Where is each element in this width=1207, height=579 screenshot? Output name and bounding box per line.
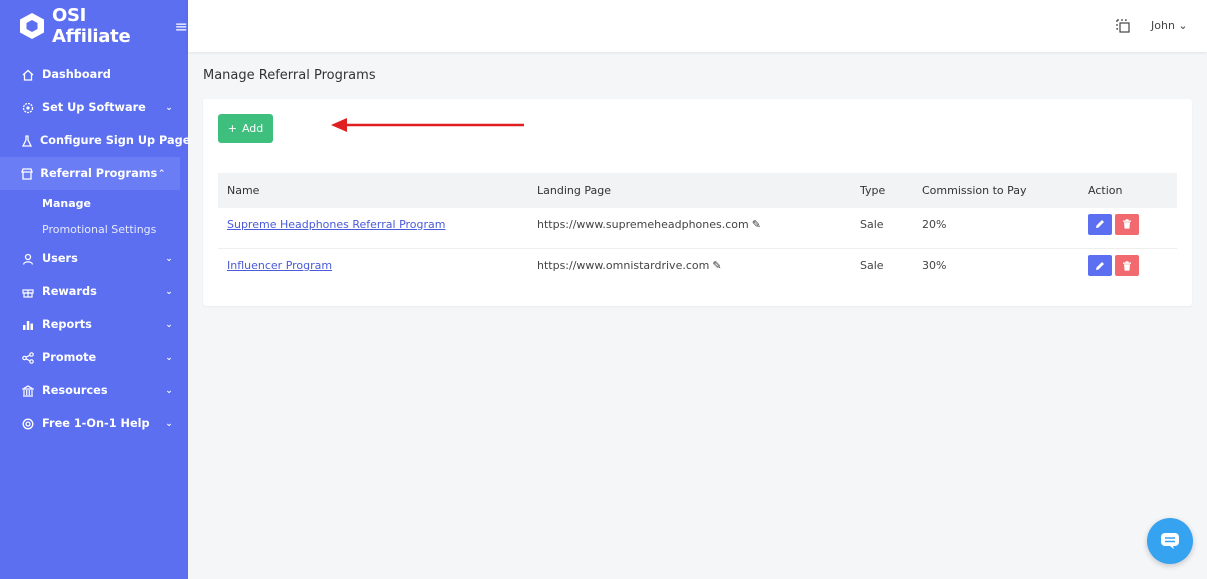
store-icon — [21, 167, 34, 181]
delete-button[interactable] — [1115, 213, 1139, 235]
gift-icon — [21, 285, 35, 299]
table-row: Influencer Program https://www.omnistard… — [218, 249, 1177, 290]
delete-button[interactable] — [1115, 255, 1139, 276]
programs-card: + Add Name Landing Page Type Commission … — [203, 99, 1192, 306]
sidebar: OSI Affiliate ≡ Dashboard Set Up Softwar… — [0, 0, 191, 579]
annotation-arrow — [331, 118, 524, 132]
chat-icon — [1161, 533, 1179, 549]
chevron-down-icon: ⌄ — [165, 286, 173, 297]
program-type: Sale — [860, 217, 884, 231]
sidebar-item-rewards[interactable]: Rewards ⌄ — [0, 275, 188, 308]
trash-icon — [1123, 219, 1131, 229]
program-name-link[interactable]: Supreme Headphones Referral Program — [227, 218, 446, 231]
sidebar-item-label: Promote — [42, 351, 97, 364]
flask-icon — [21, 134, 33, 148]
pencil-icon — [1096, 220, 1104, 228]
add-button[interactable]: + Add — [218, 114, 273, 143]
sidebar-item-dashboard[interactable]: Dashboard — [0, 58, 188, 91]
hexagon-logo-icon — [18, 12, 46, 40]
copy-icon[interactable] — [1115, 18, 1131, 34]
column-header-landing-page: Landing Page — [537, 184, 611, 197]
trash-icon — [1123, 260, 1131, 271]
programs-table: Name Landing Page Type Commission to Pay… — [218, 173, 1177, 290]
column-header-type: Type — [860, 184, 886, 197]
sidebar-item-label: Rewards — [42, 285, 97, 298]
sidebar-item-reports[interactable]: Reports ⌄ — [0, 308, 188, 341]
add-button-label: Add — [241, 122, 264, 135]
landing-page-url: https://www.supremeheadphones.com — [537, 217, 749, 231]
program-name-link[interactable]: Influencer Program — [227, 259, 332, 272]
sidebar-item-free-1-on-1-help[interactable]: Free 1-On-1 Help ⌄ — [0, 407, 188, 440]
chevron-down-icon: ⌄ — [165, 319, 173, 330]
column-header-name: Name — [227, 184, 260, 197]
sidebar-item-label: Free 1-On-1 Help — [42, 417, 150, 430]
sidebar-subitem-manage[interactable]: Manage — [0, 190, 188, 216]
sidebar-item-label: Users — [42, 252, 78, 265]
chevron-down-icon: ⌄ — [165, 385, 173, 396]
sidebar-item-configure-sign-up-page[interactable]: Configure Sign Up Page — [0, 124, 191, 157]
edit-button[interactable] — [1088, 255, 1112, 276]
user-menu[interactable]: John ⌄ — [1151, 19, 1188, 32]
sidebar-item-label: Dashboard — [42, 68, 111, 81]
menu-toggle-icon[interactable]: ≡ — [175, 17, 188, 36]
sidebar-nav: Dashboard Set Up Software ⌄ Configure Si… — [0, 58, 191, 440]
lifebuoy-icon — [21, 417, 35, 431]
sidebar-item-resources[interactable]: Resources ⌄ — [0, 374, 188, 407]
program-type: Sale — [860, 259, 884, 272]
sidebar-item-label: Reports — [42, 318, 92, 331]
edit-button[interactable] — [1088, 213, 1112, 235]
sidebar-item-set-up-software[interactable]: Set Up Software ⌄ — [0, 91, 188, 124]
sidebar-item-label: Set Up Software — [42, 101, 146, 114]
commission-value: 20% — [922, 217, 947, 231]
sidebar-item-users[interactable]: Users ⌄ — [0, 242, 188, 275]
brand-name: OSI Affiliate — [52, 5, 131, 47]
chevron-down-icon: ⌄ — [165, 352, 173, 363]
chevron-down-icon: ⌄ — [165, 102, 173, 113]
table-row: Supreme Headphones Referral Program http… — [218, 208, 1177, 249]
plus-icon: + — [227, 122, 237, 135]
table-header: Name Landing Page Type Commission to Pay… — [218, 173, 1177, 208]
bar-chart-icon — [21, 318, 35, 332]
column-header-commission: Commission to Pay — [922, 184, 1027, 197]
home-icon — [21, 68, 35, 82]
sidebar-item-label: Referral Programs — [40, 167, 158, 180]
sidebar-item-label: Resources — [42, 384, 108, 397]
chevron-up-icon: ⌃ — [157, 168, 166, 179]
brand: OSI Affiliate ≡ — [0, 0, 188, 52]
bank-icon — [21, 384, 35, 398]
pencil-icon[interactable]: ✎ — [752, 218, 761, 231]
sidebar-item-promote[interactable]: Promote ⌄ — [0, 341, 188, 374]
commission-value: 30% — [922, 259, 947, 272]
pencil-icon — [1096, 261, 1104, 270]
chat-widget-button[interactable] — [1147, 518, 1193, 564]
sidebar-item-label: Configure Sign Up Page — [40, 134, 191, 147]
landing-page-url: https://www.omnistardrive.com — [537, 259, 710, 272]
chevron-down-icon: ⌄ — [165, 418, 173, 429]
column-header-action: Action — [1088, 184, 1123, 197]
sidebar-item-referral-programs[interactable]: Referral Programs ⌃ — [0, 157, 180, 190]
pencil-icon[interactable]: ✎ — [712, 259, 721, 272]
user-icon — [21, 252, 35, 266]
sidebar-subitem-promotional-settings[interactable]: Promotional Settings — [0, 216, 188, 242]
top-bar: John ⌄ — [188, 0, 1207, 52]
chevron-down-icon: ⌄ — [165, 253, 173, 264]
gear-icon — [21, 101, 35, 115]
share-icon — [21, 351, 35, 365]
page-title: Manage Referral Programs — [203, 68, 376, 83]
